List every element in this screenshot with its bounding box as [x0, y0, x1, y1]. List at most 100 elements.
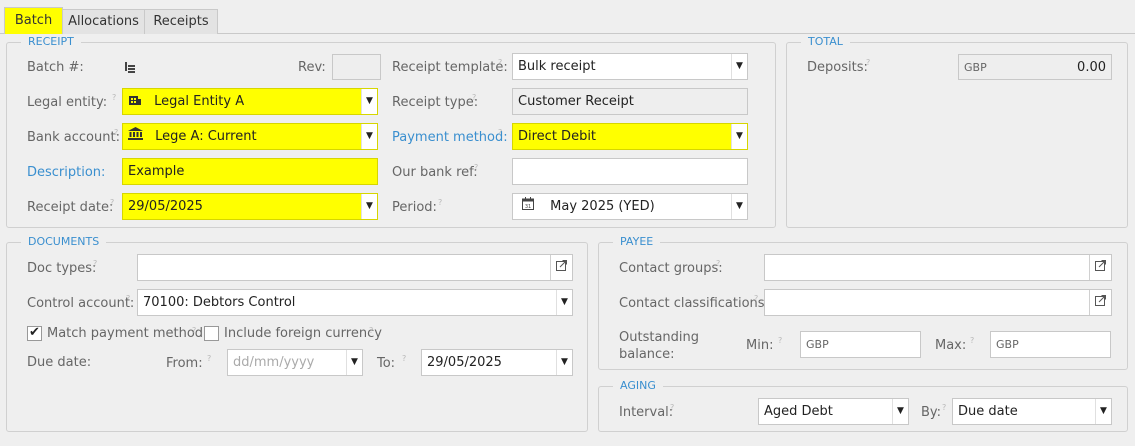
control-account-label: Control account: — [27, 296, 135, 311]
by-label: By: — [921, 405, 942, 420]
to-date-input[interactable]: 29/05/2025 ▼ — [421, 349, 573, 376]
chevron-down-icon[interactable]: ▼ — [731, 124, 747, 149]
receipt-template-help-icon[interactable]: ? — [498, 59, 502, 67]
include-foreign-checkbox[interactable] — [204, 326, 219, 341]
contact-classifications-input[interactable] — [764, 289, 1112, 316]
receipt-date-label: Receipt date: — [27, 200, 114, 215]
chevron-down-icon[interactable]: ▼ — [731, 54, 747, 79]
deposits-label: Deposits: — [807, 60, 868, 75]
by-select[interactable]: Due date ▼ — [952, 398, 1112, 425]
period-select[interactable]: 31 May 2025 (YED) ▼ — [512, 193, 748, 220]
receipt-template-value: Bulk receipt — [518, 59, 596, 74]
legal-entity-help-icon[interactable]: ? — [112, 94, 116, 102]
total-legend: TOTAL — [801, 35, 850, 49]
our-bank-ref-help-icon[interactable]: ? — [474, 164, 478, 172]
min-balance-input[interactable]: GBP — [800, 331, 921, 358]
to-help-icon[interactable]: ? — [402, 355, 406, 363]
external-link-icon[interactable] — [550, 255, 572, 280]
period-help-icon[interactable]: ? — [438, 199, 442, 207]
bank-icon — [128, 124, 143, 149]
payee-legend: PAYEE — [613, 235, 661, 249]
receipt-type-label: Receipt type: — [392, 95, 479, 110]
contact-groups-input[interactable] — [764, 254, 1112, 281]
contact-classifications-label: Contact classifications: — [619, 296, 769, 311]
include-foreign-help-icon[interactable]: ? — [369, 327, 373, 335]
tab-allocations[interactable]: Allocations — [62, 9, 145, 34]
interval-help-icon[interactable]: ? — [670, 404, 674, 412]
doc-types-help-icon[interactable]: ? — [93, 260, 97, 268]
aging-legend: AGING — [613, 379, 663, 393]
svg-text:31: 31 — [525, 204, 531, 210]
due-date-label: Due date: — [27, 355, 92, 370]
receipt-template-select[interactable]: Bulk receipt ▼ — [512, 53, 748, 80]
external-link-icon[interactable] — [1089, 255, 1111, 280]
contact-groups-help-icon[interactable]: ? — [716, 260, 720, 268]
min-currency: GBP — [806, 338, 829, 351]
by-help-icon[interactable]: ? — [942, 404, 946, 412]
chevron-down-icon[interactable]: ▼ — [556, 350, 572, 375]
tab-receipts[interactable]: Receipts — [144, 9, 218, 34]
payment-method-select[interactable]: Direct Debit ▼ — [512, 123, 748, 150]
tab-batch[interactable]: Batch — [4, 7, 63, 34]
from-label: From: — [166, 356, 203, 371]
chevron-down-icon[interactable]: ▼ — [556, 290, 572, 315]
outstanding-balance-label-line1: Outstanding — [619, 330, 699, 345]
payment-method-help-icon[interactable]: ? — [498, 129, 502, 137]
description-label[interactable]: Description: — [27, 165, 105, 181]
min-help-icon[interactable]: ? — [778, 337, 782, 345]
tab-bar: Batch Allocations Receipts — [0, 0, 1135, 34]
outstanding-balance-label-line2: balance: — [619, 347, 675, 362]
doc-types-label: Doc types: — [27, 261, 97, 276]
check-icon: ✔ — [29, 325, 40, 340]
external-link-icon[interactable] — [1089, 290, 1111, 315]
batch-number-icon — [124, 60, 136, 78]
deposits-field: GBP 0.00 — [958, 54, 1112, 80]
interval-select[interactable]: Aged Debt ▼ — [758, 398, 909, 425]
receipt-legend: RECEIPT — [21, 35, 81, 49]
control-account-help-icon[interactable]: ? — [126, 295, 130, 303]
our-bank-ref-input[interactable] — [512, 158, 748, 185]
contact-groups-label: Contact groups: — [619, 261, 723, 276]
rev-label: Rev: — [298, 60, 326, 75]
from-help-icon[interactable]: ? — [207, 355, 211, 363]
deposits-value: 0.00 — [1077, 60, 1106, 75]
rev-field — [332, 54, 381, 80]
bank-account-select[interactable]: Lege A: Current ▼ — [122, 123, 378, 150]
building-icon — [128, 89, 142, 114]
chevron-down-icon[interactable]: ▼ — [361, 194, 377, 219]
chevron-down-icon[interactable]: ▼ — [1095, 399, 1111, 424]
chevron-down-icon[interactable]: ▼ — [361, 124, 377, 149]
chevron-down-icon[interactable]: ▼ — [892, 399, 908, 424]
control-account-select[interactable]: 70100: Debtors Control ▼ — [137, 289, 573, 316]
our-bank-ref-label: Our bank ref: — [392, 165, 478, 180]
to-date-value: 29/05/2025 — [427, 355, 502, 370]
payment-method-label[interactable]: Payment method: — [392, 130, 508, 146]
doc-types-input[interactable] — [137, 254, 573, 281]
chevron-down-icon[interactable]: ▼ — [361, 89, 377, 114]
legal-entity-select[interactable]: Legal Entity A ▼ — [122, 88, 378, 115]
max-balance-input[interactable]: GBP — [990, 331, 1111, 358]
from-date-input[interactable]: dd/mm/yyyy ▼ — [227, 349, 363, 376]
contact-classifications-help-icon[interactable]: ? — [754, 295, 758, 303]
match-payment-help-icon[interactable]: ? — [192, 327, 196, 335]
match-payment-label[interactable]: Match payment method — [47, 326, 203, 342]
deposits-help-icon[interactable]: ? — [866, 59, 870, 67]
receipt-date-help-icon[interactable]: ? — [110, 199, 114, 207]
bank-account-help-icon[interactable]: ? — [114, 129, 118, 137]
chevron-down-icon[interactable]: ▼ — [731, 194, 747, 219]
receipt-type-help-icon[interactable]: ? — [472, 94, 476, 102]
deposits-currency: GBP — [964, 61, 987, 74]
period-label: Period: — [392, 200, 437, 215]
receipt-date-input[interactable]: 29/05/2025 ▼ — [122, 193, 378, 220]
include-foreign-label[interactable]: Include foreign currency — [224, 326, 382, 342]
bank-account-label: Bank account: — [27, 130, 120, 145]
interval-label: Interval: — [619, 405, 674, 420]
interval-value: Aged Debt — [764, 404, 833, 419]
match-payment-checkbox[interactable]: ✔ — [27, 325, 42, 341]
max-label: Max: — [935, 338, 967, 353]
description-input[interactable]: Example — [122, 158, 378, 185]
legal-entity-value: Legal Entity A — [154, 94, 245, 109]
chevron-down-icon[interactable]: ▼ — [346, 350, 362, 375]
max-help-icon[interactable]: ? — [970, 337, 974, 345]
control-account-value: 70100: Debtors Control — [143, 295, 296, 310]
